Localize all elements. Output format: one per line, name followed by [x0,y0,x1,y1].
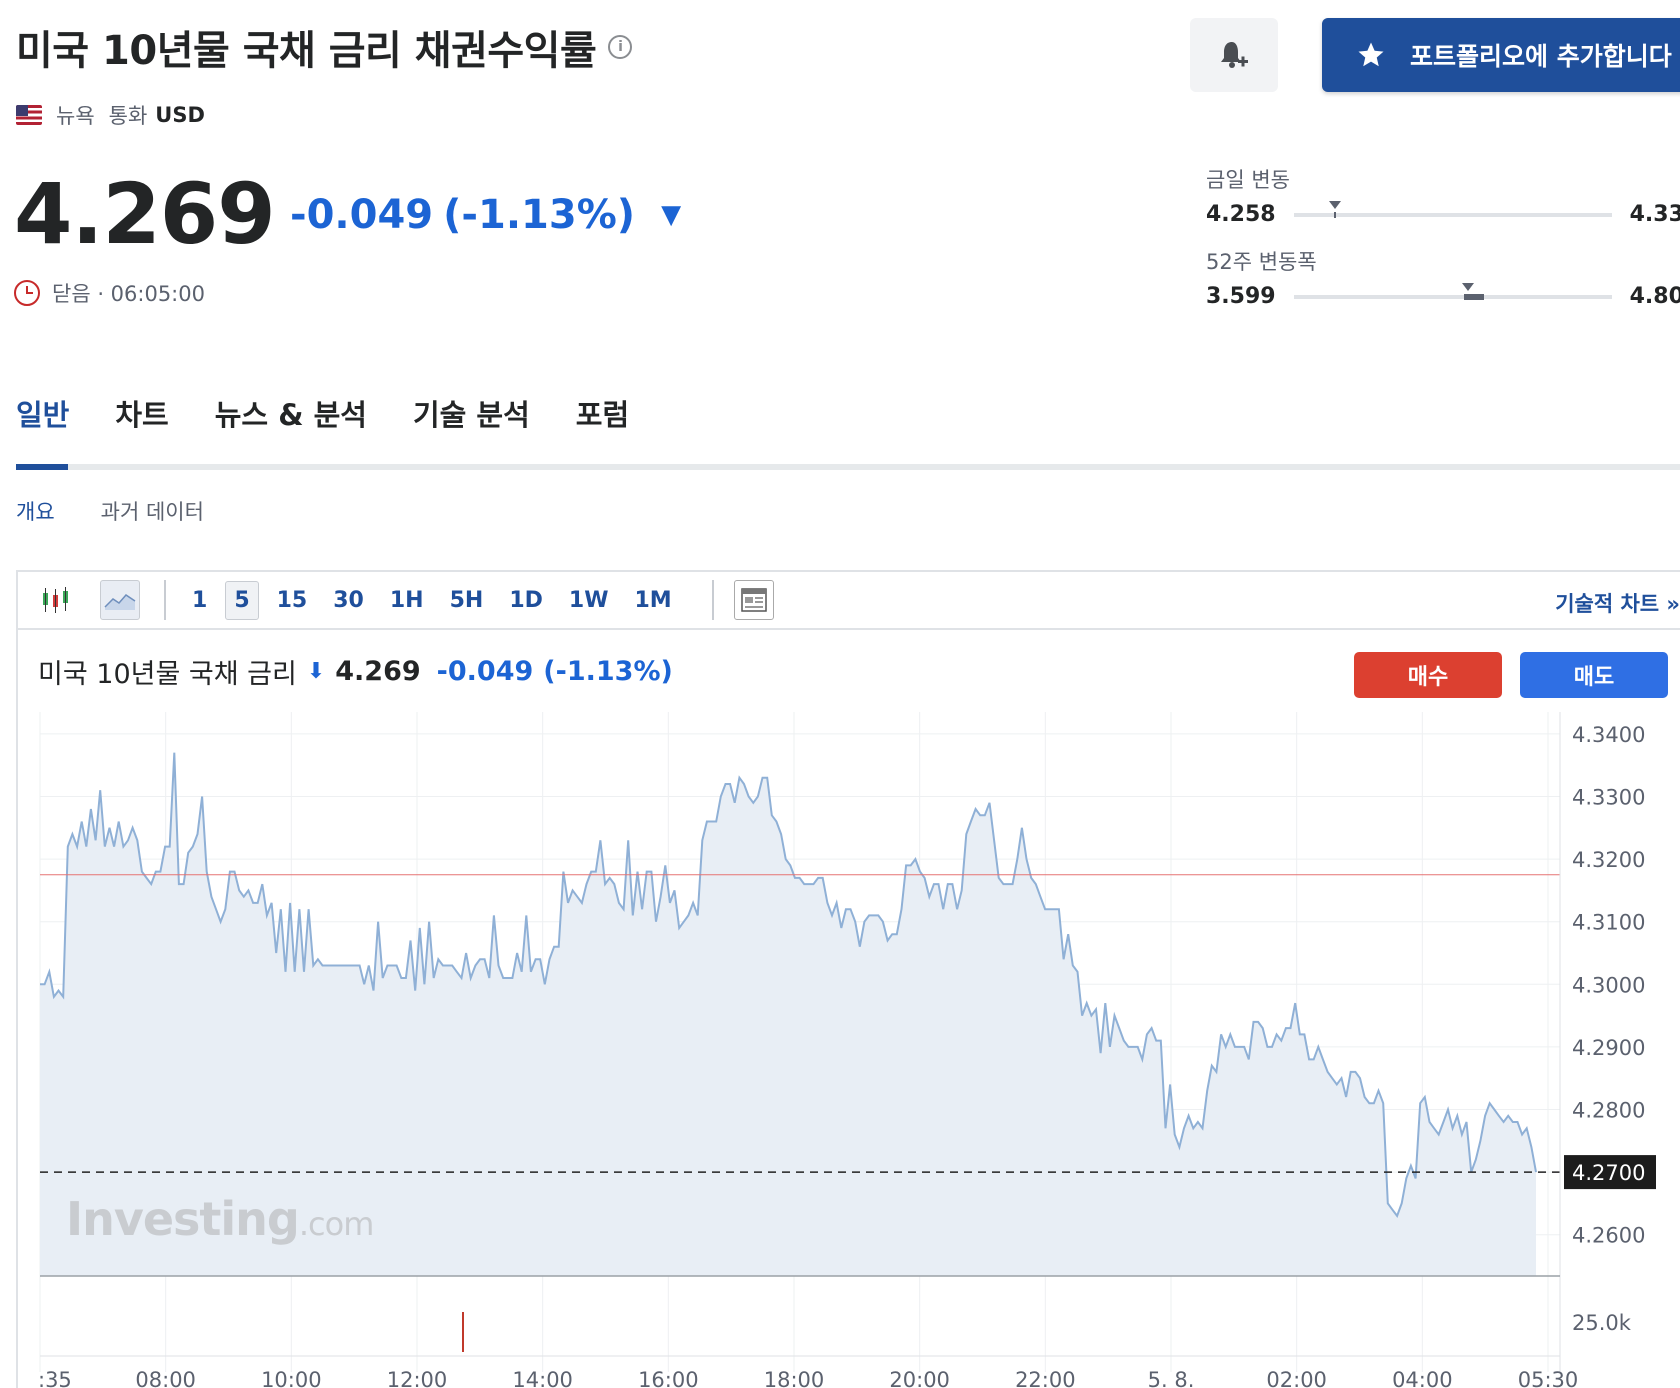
tab-news[interactable]: 뉴스 & 분석 [215,392,367,434]
week52-range-fill [1464,293,1485,300]
buy-button[interactable]: 매수 [1354,652,1502,698]
chart-widget: 1 5 15 30 1H 5H 1D 1W 1M 기술적 차트 » 미국 10년… [16,570,1680,1388]
add-alert-button[interactable] [1190,18,1278,92]
instrument-title: 미국 10년물 국채 금리 채권수익률 [16,28,597,74]
sub-tabs: 개요 과거 데이터 [16,496,204,526]
interval-1d[interactable]: 1D [501,582,551,619]
investing-watermark: Investing.com [66,1192,375,1246]
week52-range-label: 52주 변동폭 [1206,250,1317,274]
sell-button[interactable]: 매도 [1520,652,1668,698]
instrument-meta: 뉴욕 통화 USD [16,100,205,130]
main-tabs: 일반 차트 뉴스 & 분석 기술 분석 포럼 [16,392,629,434]
day-range: 금일 변동 4.258 4.334 [1206,164,1680,227]
currency-label: 통화 [108,104,148,128]
week52-range-low: 3.599 [1206,284,1276,309]
interval-5[interactable]: 5 [225,580,259,620]
down-arrow-icon: ⬇ [306,659,326,684]
star-icon [1358,42,1384,67]
exchange-label: 뉴욕 [56,104,95,128]
day-range-bar [1293,200,1612,218]
interval-1h[interactable]: 1H [382,582,432,619]
add-to-portfolio-button[interactable]: 포트폴리오에 추가합니다 [1322,18,1680,92]
change-percent: (-1.13%) [443,192,636,238]
y-tick-label: 4.2800 [1572,1099,1645,1123]
interval-1m[interactable]: 1M [627,582,680,619]
page-title: 미국 10년물 국채 금리 채권수익률 i [16,18,633,76]
watermark-brand: Investing [66,1192,300,1246]
active-tab-indicator [16,464,68,470]
toolbar-divider [164,580,166,620]
add-to-portfolio-label: 포트폴리오에 추가합니다 [1410,42,1672,71]
volume-axis-label: 25.0k [1572,1311,1632,1335]
interval-1[interactable]: 1 [184,582,215,619]
interval-15[interactable]: 15 [269,582,316,619]
x-tick-label: 14:00 [512,1368,573,1388]
interval-1w[interactable]: 1W [561,582,617,619]
chart-toolbar: 1 5 15 30 1H 5H 1D 1W 1M 기술적 차트 » [18,572,1680,630]
price-chart[interactable]: 4.3400 4.3300 4.3200 4.3100 4.3000 4.2900 4.28… [18,702,1680,1388]
day-range-low: 4.258 [1206,202,1276,227]
day-range-marker [1328,200,1341,209]
week52-range-bar [1293,282,1612,300]
candlestick-icon[interactable] [36,580,76,620]
y-tick-label: 4.3200 [1572,848,1645,872]
bell-plus-icon [1221,42,1248,68]
day-range-fill [1333,211,1336,218]
x-tick-label: 02:00 [1266,1368,1327,1388]
day-range-high: 4.334 [1629,202,1680,227]
clock-icon [14,280,40,306]
y-tick-label: 4.3400 [1572,723,1645,747]
x-tick-label: 08:00 [135,1368,196,1388]
x-tick-label: 05:30 [1518,1368,1579,1388]
down-arrow-icon: ▼ [661,200,682,230]
chart-change-value: -0.049 [436,656,534,687]
technical-chart-link[interactable]: 기술적 차트 » [1555,588,1680,618]
toolbar-divider [711,580,714,620]
chart-legend: 미국 10년물 국채 금리 ⬇ 4.269 -0.049 (-1.13%) [38,652,673,691]
x-tick-label: 04:00 [1392,1368,1453,1388]
current-value-label: 4.2700 [1572,1161,1645,1185]
area-chart-icon[interactable] [100,580,140,620]
last-price: 4.269 [14,165,276,263]
subtab-summary[interactable]: 개요 [16,496,55,526]
currency-value: USD [155,103,205,127]
market-status: 닫음 · 06:05:00 [14,278,205,308]
tab-technical[interactable]: 기술 분석 [413,392,530,434]
x-tick-label: 18:00 [764,1368,825,1388]
y-tick-label: 4.3000 [1572,973,1645,997]
market-status-text: 닫음 · 06:05:00 [52,282,205,306]
news-overlay-icon[interactable] [733,580,774,620]
x-tick-label: 5. 8. [1148,1368,1195,1388]
x-tick-label: 10:00 [261,1368,322,1388]
tabs-divider [16,464,1680,470]
change-value: -0.049 [290,192,434,238]
info-icon[interactable]: i [608,35,633,59]
x-tick-label: :35 [38,1368,72,1388]
tab-overview[interactable]: 일반 [16,392,69,434]
day-range-label: 금일 변동 [1206,168,1290,192]
week52-range-high: 4.809 [1629,284,1680,309]
week52-range: 52주 변동폭 3.599 4.809 [1206,246,1680,309]
tab-forum[interactable]: 포럼 [576,392,629,434]
x-tick-label: 20:00 [889,1368,950,1388]
us-flag-icon [16,105,42,125]
y-tick-label: 4.3100 [1572,911,1645,935]
chart-instrument-name: 미국 10년물 국채 금리 [38,659,297,690]
x-tick-label: 22:00 [1015,1368,1076,1388]
week52-range-marker [1462,282,1475,291]
price-change: -0.049 (-1.13%) ▼ [290,192,681,238]
y-tick-label: 4.2600 [1572,1224,1645,1248]
chart-change-percent: (-1.13%) [543,656,673,687]
chart-last-value: 4.269 [335,656,421,687]
interval-5h[interactable]: 5H [442,582,492,619]
subtab-historical-data[interactable]: 과거 데이터 [101,496,204,526]
x-tick-label: 16:00 [638,1368,699,1388]
interval-30[interactable]: 30 [325,582,372,619]
watermark-suffix: .com [298,1205,375,1243]
y-tick-label: 4.2900 [1572,1036,1645,1060]
tab-chart[interactable]: 차트 [115,392,168,434]
x-tick-label: 12:00 [387,1368,448,1388]
y-tick-label: 4.3300 [1572,786,1645,810]
